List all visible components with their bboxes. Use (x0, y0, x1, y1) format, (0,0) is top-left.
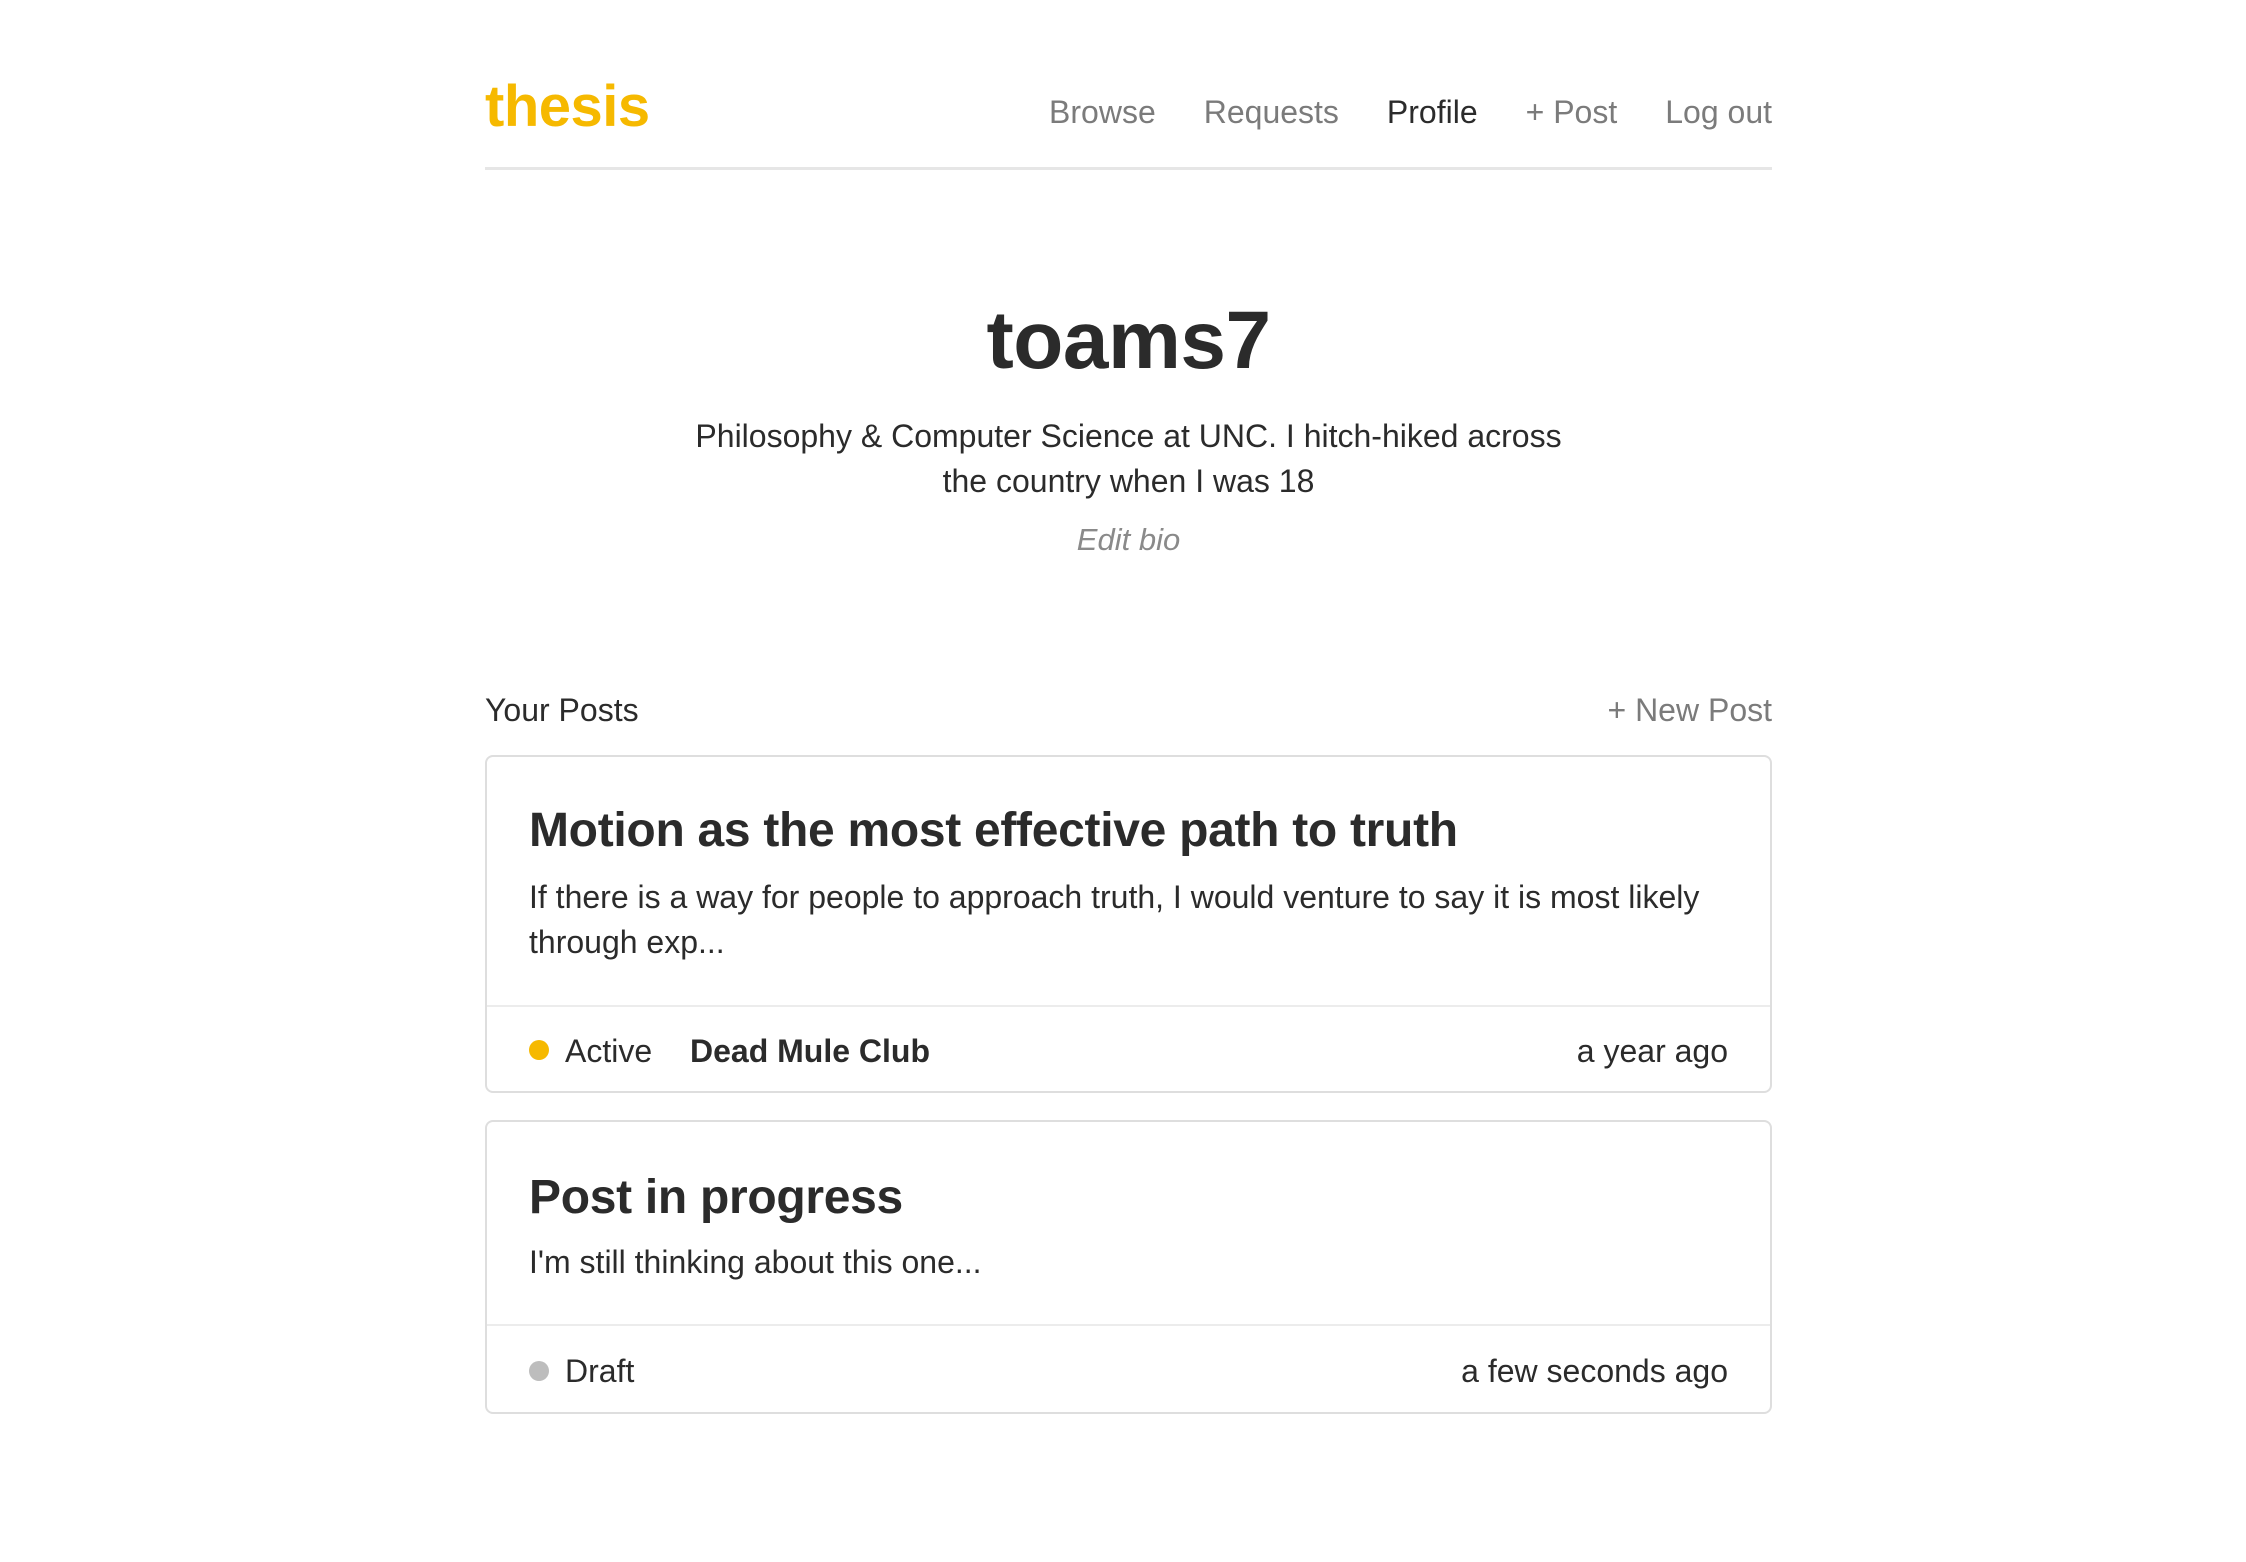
profile-username: toams7 (986, 295, 1271, 386)
nav-browse[interactable]: Browse (1049, 96, 1156, 128)
posts-header: Your Posts + New Post (485, 690, 1772, 730)
nav-log-out[interactable]: Log out (1665, 96, 1772, 128)
post-title[interactable]: Motion as the most effective path to tru… (529, 757, 1728, 855)
post-timestamp: a year ago (1576, 1033, 1728, 1069)
post-excerpt: I'm still thinking about this one... (529, 1244, 982, 1280)
your-posts-heading: Your Posts (485, 692, 639, 728)
post-status: Draft (565, 1353, 635, 1389)
post-card-footer: Draft a few seconds ago (487, 1324, 1770, 1412)
page-container: thesis Browse Requests Profile + Post Lo… (485, 0, 1772, 1414)
nav-requests[interactable]: Requests (1204, 96, 1339, 128)
status-dot-icon (529, 1361, 549, 1381)
post-timestamp: a few seconds ago (1461, 1353, 1728, 1389)
thesis-logo[interactable]: thesis (485, 78, 650, 136)
post-card-footer: Active Dead Mule Club a year ago (487, 1005, 1770, 1091)
post-excerpt: If there is a way for people to approach… (529, 879, 1700, 960)
main-nav: Browse Requests Profile + Post Log out (1049, 96, 1772, 128)
post-group[interactable]: Dead Mule Club (690, 1035, 930, 1067)
profile-bio: Philosophy & Computer Science at UNC. I … (695, 418, 1562, 499)
edit-bio-link[interactable]: Edit bio (1077, 522, 1180, 558)
nav-new-post[interactable]: + Post (1526, 96, 1618, 128)
post-card-body: Post in progress I'm still thinking abou… (487, 1122, 1770, 1285)
status-dot-icon (529, 1040, 549, 1060)
profile-section: toams7 Philosophy & Computer Science at … (485, 300, 1772, 558)
post-status: Active (565, 1033, 653, 1069)
top-header: thesis Browse Requests Profile + Post Lo… (485, 0, 1772, 170)
post-title[interactable]: Post in progress (529, 1122, 1728, 1222)
nav-profile[interactable]: Profile (1387, 96, 1478, 128)
post-card[interactable]: Motion as the most effective path to tru… (485, 755, 1772, 1093)
new-post-link[interactable]: + New Post (1607, 690, 1772, 730)
post-card[interactable]: Post in progress I'm still thinking abou… (485, 1120, 1772, 1414)
post-card-body: Motion as the most effective path to tru… (487, 757, 1770, 965)
